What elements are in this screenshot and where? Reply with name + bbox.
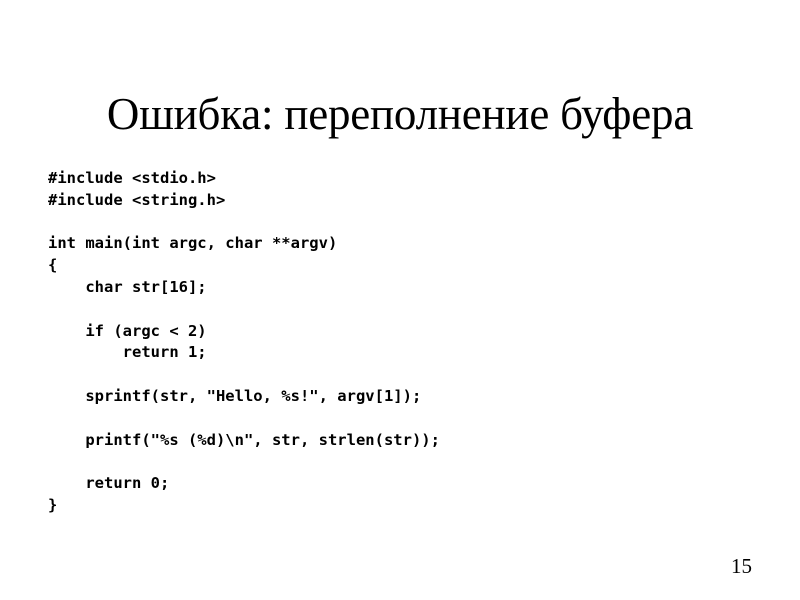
slide: Ошибка: переполнение буфера #include <st… [0,0,800,600]
code-block: #include <stdio.h> #include <string.h> in… [48,168,752,517]
code-line: return 1; [48,343,207,362]
code-line: #include <stdio.h> [48,169,216,187]
code-line: char str[16]; [48,277,207,296]
code-line: return 0; [48,474,170,493]
code-line: } [48,495,58,514]
code-line: int main(int argc, char **argv) [48,234,338,253]
code-line: { [48,256,58,275]
code-line: sprintf(str, "Hello, %s!", argv[1]); [48,386,422,405]
code-line: printf("%s (%d)\n", str, strlen(str)); [48,430,440,449]
code-line: if (argc < 2) [48,321,207,340]
page-number: 15 [731,554,752,578]
code-line: #include <string.h> [48,190,226,209]
page-title: Ошибка: переполнение буфера [106,89,694,140]
